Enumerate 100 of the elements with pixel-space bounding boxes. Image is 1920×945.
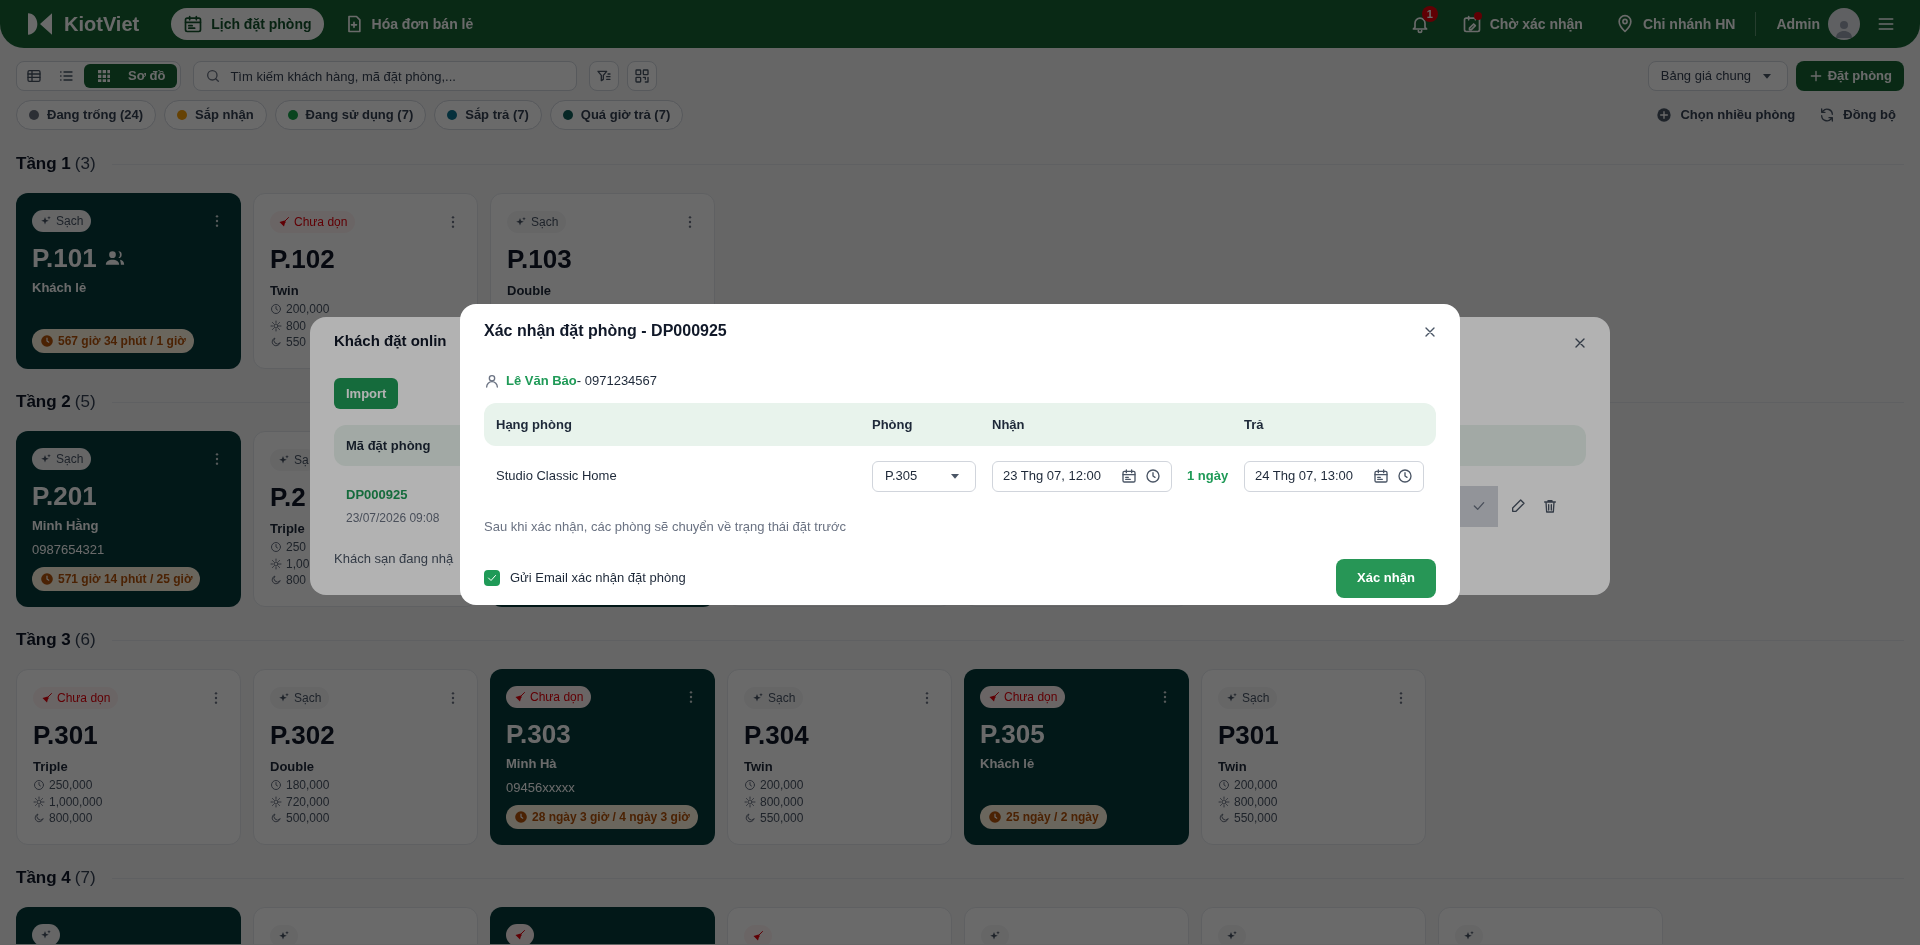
cleaning-status-tag: Sạch xyxy=(507,211,567,233)
room-count: (7) xyxy=(74,867,96,890)
cleaning-status-tag: Chưa dọn xyxy=(506,686,592,708)
room-price: 550,000 xyxy=(760,810,804,828)
room-card[interactable]: Chưa dọn P.301 Triple 250,000 1,000,000 800,000 xyxy=(16,669,241,845)
toolbar-action[interactable]: Chọn nhiều phòng xyxy=(1656,105,1796,125)
dialog-footer-text: Khách sạn đang nhậ xyxy=(334,550,454,568)
sun-icon xyxy=(1218,795,1230,808)
checkbox[interactable] xyxy=(484,570,500,586)
list-icon xyxy=(58,68,74,84)
room-card[interactable]: Chưa dọn P.303 Minh Hà 09456xxxxx 28 ngày 3 giờ / 4 ngày 3 giờ xyxy=(490,669,715,845)
room-select[interactable]: P.305 xyxy=(872,460,976,492)
cleaning-status-tag: Chưa dọn xyxy=(270,211,356,233)
booking-code[interactable]: DP000925 xyxy=(346,485,440,505)
qr-code-icon xyxy=(634,68,651,84)
room-name: P.302 xyxy=(270,718,335,752)
room-price: 550,000 xyxy=(1234,810,1278,828)
confirm-button[interactable]: Xác nhận xyxy=(1336,558,1436,598)
broom-icon xyxy=(278,216,290,228)
status-filter-chip[interactable]: Đang trống (24) xyxy=(16,100,157,130)
cleaning-status-tag: Sạch xyxy=(1218,687,1278,709)
room-price: 800,000 xyxy=(760,793,804,811)
approve-button[interactable] xyxy=(1460,485,1498,527)
calendar-icon xyxy=(183,14,204,34)
room-card[interactable]: Sạch P.201 Minh Hằng 0987654321 571 giờ 14 phút / 25 giờ xyxy=(16,431,241,607)
column-header: Nhận xyxy=(992,415,1026,434)
user-name: Admin xyxy=(1776,14,1820,34)
room-name: P301 xyxy=(1218,718,1279,752)
sun-icon xyxy=(270,795,282,808)
guest-name: Khách lẻ xyxy=(32,279,88,297)
broom-icon xyxy=(41,692,53,704)
cleaning-status-tag: Sạch xyxy=(32,210,92,232)
table-icon xyxy=(26,68,42,84)
room-price: 200,000 xyxy=(1234,777,1278,795)
trash-icon xyxy=(1542,498,1558,514)
status-filter-chip[interactable]: Quá giờ trả (7) xyxy=(549,100,684,130)
room-type: Triple xyxy=(33,758,69,776)
status-filter-chip[interactable]: Sắp nhận xyxy=(164,100,267,130)
clock-icon xyxy=(1145,468,1161,484)
refresh-icon xyxy=(1819,107,1836,123)
room-price: 180,000 xyxy=(286,777,330,795)
room-price: 500,000 xyxy=(286,810,330,828)
cleaning-status-tag: Chưa dọn xyxy=(980,686,1066,708)
room-card[interactable]: Sạch P.304 Twin 200,000 800,000 550,000 xyxy=(727,669,952,845)
nav-tab[interactable]: Hóa đơn bán lẻ xyxy=(331,8,486,40)
pending-link[interactable]: Chờ xác nhận xyxy=(1461,13,1583,35)
room-name: P.103 xyxy=(507,242,572,276)
room-name: P.303 xyxy=(506,717,571,751)
room-price: 250,000 xyxy=(49,777,93,795)
price-list-select[interactable]: Bảng giá chung xyxy=(1647,61,1788,91)
clock-icon xyxy=(270,303,282,316)
cleaning-status-tag: Sạch xyxy=(744,687,804,709)
room-name: P.201 xyxy=(32,479,97,513)
qr-button[interactable] xyxy=(627,61,658,91)
moon-icon xyxy=(33,812,45,825)
clock-icon xyxy=(270,541,282,554)
filter-button[interactable] xyxy=(589,61,620,91)
clock-icon xyxy=(33,779,45,792)
check-out-field[interactable]: 24 Thg 07, 13:00 xyxy=(1244,460,1424,492)
search-field[interactable]: Tìm kiếm khách hàng, mã đặt phòng,... xyxy=(193,61,578,91)
stay-duration: 25 ngày / 2 ngày xyxy=(980,805,1107,829)
column-header: Trả xyxy=(1244,415,1265,434)
calendar-icon xyxy=(1121,468,1137,484)
room-card[interactable]: Sạch P.101 Khách lẻ 567 giờ 34 phút / 1 giờ xyxy=(16,193,241,369)
check-icon xyxy=(486,572,498,584)
clock-icon xyxy=(514,810,528,824)
check-in-field[interactable]: 23 Thg 07, 12:00 xyxy=(992,460,1172,492)
sun-icon xyxy=(270,319,282,332)
clock-icon xyxy=(1218,779,1230,792)
room-card[interactable]: Sạch P.302 Double 180,000 720,000 500,000 xyxy=(253,669,478,845)
grid-icon xyxy=(96,68,112,84)
room-type: Double xyxy=(507,282,553,300)
room-price: 720,000 xyxy=(286,793,330,811)
send-email-checkbox[interactable]: Gửi Email xác nhận đặt phòng xyxy=(484,568,686,588)
room-card[interactable]: Chưa dọn P.305 Khách lẻ 25 ngày / 2 ngày xyxy=(964,669,1189,845)
status-filter-chip[interactable]: Sắp trả (7) xyxy=(434,100,542,130)
column-header: Phòng xyxy=(872,415,914,434)
view-toggle[interactable]: Sơ đồ xyxy=(84,64,178,88)
user-icon xyxy=(484,373,500,389)
book-room-button[interactable]: Đặt phòng xyxy=(1795,61,1904,91)
toolbar-action[interactable]: Đồng bộ xyxy=(1819,105,1896,125)
stay-length: 1 ngày xyxy=(1187,467,1229,486)
broom-icon xyxy=(514,929,526,941)
nav-tab[interactable]: Lịch đặt phòng xyxy=(171,8,324,40)
room-price: 1,00 xyxy=(286,555,310,573)
room-card[interactable]: Sạch P301 Twin 200,000 800,000 550,000 xyxy=(1201,669,1426,845)
status-filter-chip[interactable]: Đang sử dụng (7) xyxy=(274,100,427,130)
cleaning-status-tag: Chưa dọn xyxy=(33,687,119,709)
moon-icon xyxy=(270,574,282,587)
stay-duration: 571 giờ 14 phút / 25 giờ xyxy=(32,567,201,591)
moon-icon xyxy=(270,812,282,825)
broom-icon xyxy=(988,691,1000,703)
branch-selector[interactable]: Chi nhánh HN xyxy=(1614,13,1736,35)
guest-name: Khách lẻ xyxy=(980,755,1036,773)
customer-name[interactable]: Lê Văn Bảo xyxy=(506,371,577,391)
import-button[interactable]: Import xyxy=(334,378,399,409)
room-price: 800,000 xyxy=(1234,793,1278,811)
moon-icon xyxy=(744,812,756,825)
avatar[interactable] xyxy=(1828,8,1860,40)
floor-title: Tầng 4 xyxy=(16,867,71,890)
